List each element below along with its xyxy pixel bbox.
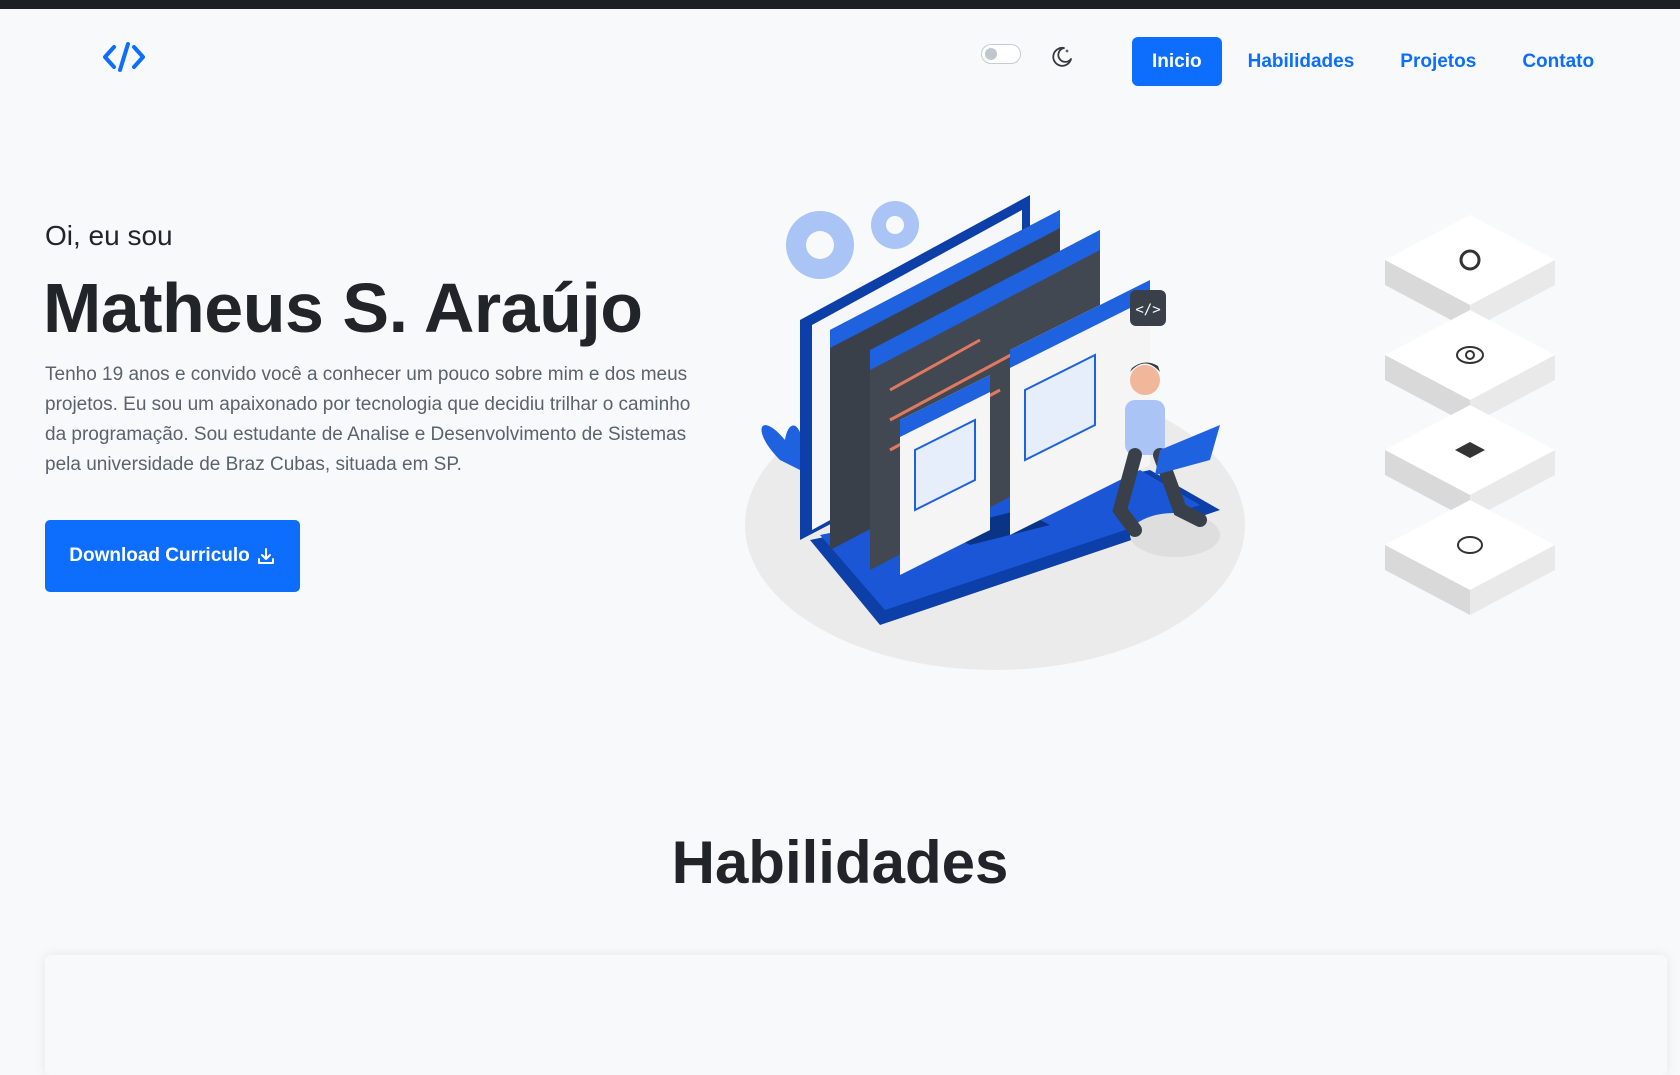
nav-link-inicio[interactable]: Inicio [1132,37,1222,86]
developer-laptop-illustration: </> [745,195,1245,670]
nav-link-contato[interactable]: Contato [1502,37,1614,86]
hero-description: Tenho 19 anos e convido você a conhecer … [45,364,691,475]
whatsapp-link[interactable] [1385,500,1555,615]
nav-link-projetos[interactable]: Projetos [1380,37,1496,86]
download-button-label: Download Curriculo [69,545,250,566]
svg-text:</>: </> [1135,302,1160,318]
theme-toggle[interactable] [981,44,1021,64]
skills-section-title: Habilidades [671,829,1009,896]
nav-links: Inicio Habilidades Projetos Contato [1132,37,1614,86]
skills-card [45,955,1667,1075]
download-icon [257,548,274,564]
nav-link-habilidades[interactable]: Habilidades [1228,37,1375,86]
code-logo-icon[interactable] [102,39,146,75]
moon-icon [1052,46,1072,67]
toggle-knob [985,48,997,60]
top-strip [0,0,1680,9]
download-curriculo-button[interactable]: Download Curriculo [45,520,300,592]
social-links [1385,215,1555,615]
navbar: Inicio Habilidades Projetos Contato [0,9,1680,99]
hero-name: Matheus S. Araújo [43,269,643,347]
hero-greeting: Oi, eu sou [45,220,173,251]
